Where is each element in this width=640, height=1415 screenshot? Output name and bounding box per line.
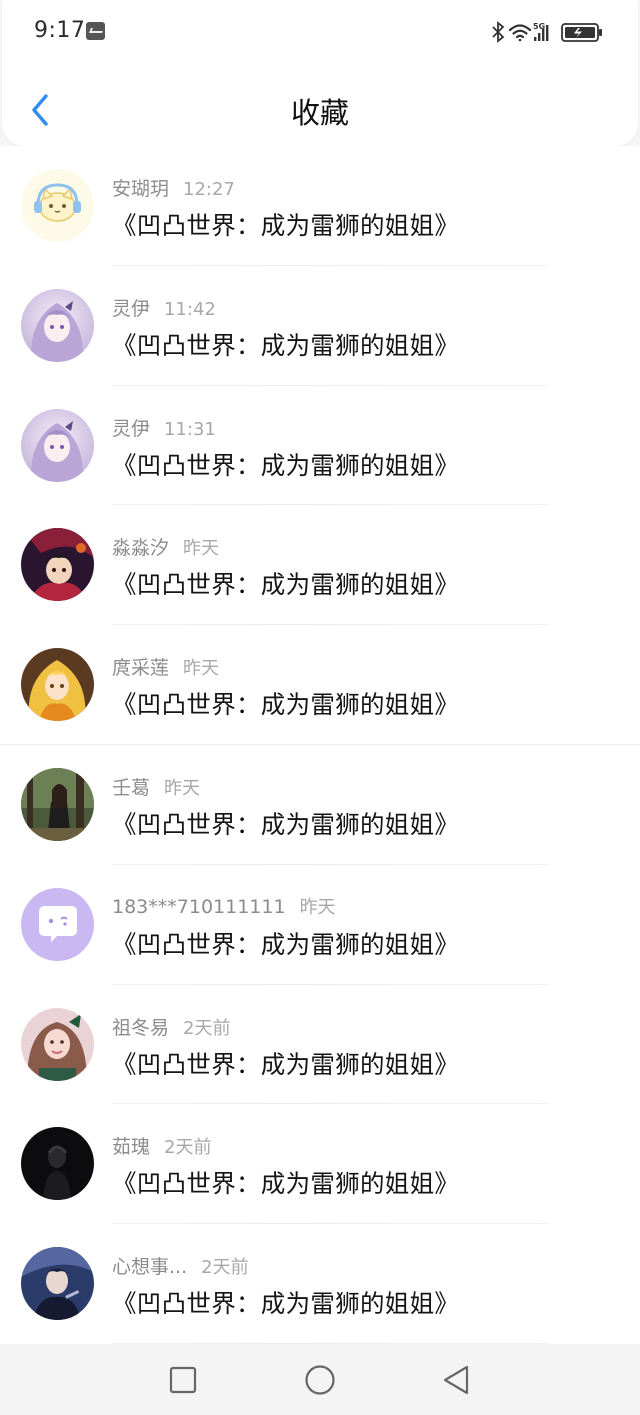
item-time: 昨天 [183, 658, 220, 680]
item-meta: 心想事... 2天前 [112, 1252, 249, 1279]
photo-girl-pink-avatar[interactable] [21, 1007, 94, 1081]
favorite-item[interactable]: 壬葛 昨天 《凹凸世界：成为雷狮的姐姐》 [0, 745, 640, 865]
item-meta: 祖冬易 2天前 [112, 1013, 230, 1040]
item-username: 淼淼汐 [112, 537, 170, 560]
circle-icon [305, 1365, 335, 1395]
anime-girl-lilac-avatar[interactable] [21, 408, 94, 482]
item-meta: 壬葛 昨天 [112, 773, 200, 800]
item-time: 11:31 [164, 418, 216, 440]
item-username: 庹采莲 [112, 657, 170, 680]
status-icons: 5G [490, 20, 608, 44]
anime-dark-blue-avatar[interactable] [21, 1247, 94, 1321]
favorite-item[interactable]: 茹瑰 2天前 《凹凸世界：成为雷狮的姐姐》 [0, 1104, 640, 1225]
item-content: 《凹凸世界：成为雷狮的姐姐》 [112, 330, 460, 360]
favorite-item[interactable]: 祖冬易 2天前 《凹凸世界：成为雷狮的姐姐》 [0, 985, 640, 1105]
item-username: 安瑚玥 [112, 178, 170, 200]
item-time: 2天前 [183, 1017, 231, 1039]
item-content: 《凹凸世界：成为雷狮的姐姐》 [112, 929, 460, 959]
notification-message-icon [86, 22, 105, 40]
item-content: 《凹凸世界：成为雷狮的姐姐》 [112, 570, 460, 600]
favorite-item[interactable]: 心想事... 2天前 《凹凸世界：成为雷狮的姐姐》 [0, 1224, 640, 1344]
cat-headphones-avatar[interactable] [21, 169, 94, 242]
item-username: 灵伊 [112, 417, 151, 440]
favorite-item[interactable]: 183***710111111 昨天 《凹凸世界：成为雷狮的姐姐》 [0, 865, 640, 985]
item-meta: 安瑚玥 12:27 [112, 174, 235, 201]
anime-blonde-girl-avatar[interactable] [21, 648, 94, 722]
item-username: 祖冬易 [112, 1016, 170, 1039]
favorite-item[interactable]: 庹采莲 昨天 《凹凸世界：成为雷狮的姐姐》 [0, 625, 640, 745]
item-time: 昨天 [299, 896, 336, 918]
photo-person-forest-avatar[interactable] [21, 767, 94, 841]
item-username: 心想事... [112, 1256, 188, 1279]
item-username: 183***710111111 [112, 895, 286, 918]
wifi-icon [508, 24, 532, 42]
back-nav-button[interactable] [438, 1362, 474, 1398]
item-username: 灵伊 [112, 297, 151, 320]
favorites-screen: 9:17 5G 收藏 安瑚玥 12:27 《凹凸世界：成为雷狮的姐姐》 灵伊 1… [0, 0, 640, 1415]
default-chat-bubble-avatar[interactable] [21, 887, 94, 961]
item-time: 2天前 [201, 1257, 249, 1279]
item-time: 11:42 [164, 298, 216, 320]
item-meta: 灵伊 11:42 [112, 294, 216, 321]
item-meta: 淼淼汐 昨天 [112, 533, 219, 560]
square-icon [169, 1366, 197, 1394]
favorite-item[interactable]: 灵伊 11:42 《凹凸世界：成为雷狮的姐姐》 [0, 266, 640, 386]
item-content: 《凹凸世界：成为雷狮的姐姐》 [112, 809, 460, 839]
item-content: 《凹凸世界：成为雷狮的姐姐》 [112, 1049, 460, 1079]
battery-icon [561, 23, 602, 42]
item-time: 12:27 [183, 179, 235, 200]
item-time: 昨天 [183, 538, 220, 560]
item-meta: 灵伊 11:31 [112, 414, 216, 441]
system-nav-bar [0, 1344, 640, 1415]
bluetooth-icon [492, 21, 505, 43]
item-content: 《凹凸世界：成为雷狮的姐姐》 [112, 1169, 460, 1199]
status-icons-svg: 5G [492, 21, 602, 43]
recents-button[interactable] [165, 1362, 201, 1398]
status-time: 9:17 [34, 18, 86, 43]
triangle-back-icon [443, 1365, 469, 1395]
favorite-item[interactable]: 淼淼汐 昨天 《凹凸世界：成为雷狮的姐姐》 [0, 505, 640, 626]
item-username: 壬葛 [112, 776, 151, 799]
item-username: 茹瑰 [112, 1136, 151, 1159]
photo-dark-person-avatar[interactable] [21, 1127, 94, 1201]
item-meta: 庹采莲 昨天 [112, 653, 219, 680]
favorites-list: 安瑚玥 12:27 《凹凸世界：成为雷狮的姐姐》 灵伊 11:42 《凹凸世界：… [0, 146, 640, 1344]
home-button[interactable] [302, 1362, 338, 1398]
favorite-item[interactable]: 灵伊 11:31 《凹凸世界：成为雷狮的姐姐》 [0, 386, 640, 506]
anime-dark-red-avatar[interactable] [21, 528, 94, 602]
anime-girl-lilac-avatar[interactable] [21, 288, 94, 362]
item-time: 昨天 [164, 777, 201, 799]
item-content: 《凹凸世界：成为雷狮的姐姐》 [112, 450, 460, 480]
item-meta: 183***710111111 昨天 [112, 893, 336, 919]
item-meta: 茹瑰 2天前 [112, 1132, 211, 1159]
favorite-item[interactable]: 安瑚玥 12:27 《凹凸世界：成为雷狮的姐姐》 [0, 146, 640, 266]
item-content: 《凹凸世界：成为雷狮的姐姐》 [112, 690, 460, 720]
item-content: 《凹凸世界：成为雷狮的姐姐》 [112, 211, 460, 240]
item-time: 2天前 [164, 1137, 212, 1159]
item-content: 《凹凸世界：成为雷狮的姐姐》 [112, 1289, 460, 1319]
header-card: 9:17 5G 收藏 [2, 0, 638, 146]
page-title: 收藏 [290, 96, 349, 130]
